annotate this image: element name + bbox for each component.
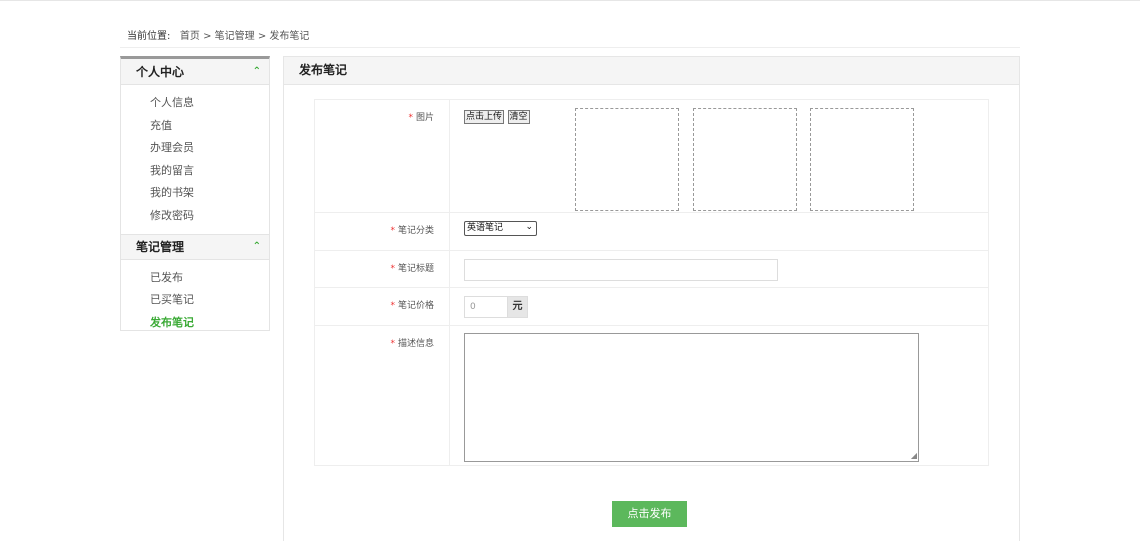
price-label: 笔记价格 [397,301,434,311]
form-label: * 描述信息 [314,325,450,466]
sidebar-item-messages[interactable]: 我的留言 [150,160,269,183]
required-mark: * [390,264,395,274]
sidebar-menu-personal: 个人信息 充值 办理会员 我的留言 我的书架 修改密码 [121,85,269,232]
sidebar-section-notes[interactable]: 笔记管理 ⌃ [121,233,269,260]
form-label: * 笔记标题 [314,250,450,288]
required-mark: * [408,113,413,123]
title-input[interactable] [464,259,778,281]
publish-form: * 图片 点击上传 清空 * 笔记分类 英语笔记 ⌄ * 笔记标题 * 笔记价格… [314,99,989,466]
sidebar-item-published[interactable]: 已发布 [150,267,269,290]
image-slot[interactable] [693,108,797,211]
image-uploader: 点击上传 清空 [464,108,988,212]
form-label: * 笔记分类 [314,212,450,251]
description-textarea[interactable]: ◢ [464,333,919,462]
required-mark: * [390,226,395,236]
category-label: 笔记分类 [397,226,434,236]
category-select[interactable]: 英语笔记 ⌄ [464,221,537,236]
breadcrumb-label: 当前位置: [127,31,171,42]
price-input[interactable]: 0 [464,296,507,318]
sidebar-section-personal[interactable]: 个人中心 ⌃ [121,59,269,85]
price-field: 0 元 [464,296,528,318]
description-label: 描述信息 [397,339,434,349]
breadcrumb: 当前位置: 首页 > 笔记管理 > 发布笔记 [127,27,309,42]
form-row-title: * 笔记标题 [314,250,989,288]
form-value [449,250,989,288]
image-slot[interactable] [810,108,914,211]
title-label: 笔记标题 [397,264,434,274]
form-value: 英语笔记 ⌄ [449,212,989,251]
sidebar-section-title: 笔记管理 [136,240,185,255]
chevron-down-icon: ⌄ [525,222,533,232]
resize-grip-icon[interactable]: ◢ [911,451,917,460]
sidebar-item-purchased[interactable]: 已买笔记 [150,289,269,312]
chevron-up-icon[interactable]: ⌃ [253,66,261,77]
upload-button[interactable]: 点击上传 [464,110,505,124]
form-value: ◢ [449,325,989,466]
price-unit: 元 [507,296,528,318]
category-selected: 英语笔记 [467,223,504,233]
publish-button[interactable]: 点击发布 [612,501,687,527]
form-row-description: * 描述信息 ◢ [314,325,989,466]
form-label: * 图片 [314,99,450,213]
form-row-image: * 图片 点击上传 清空 [314,99,989,213]
page-title: 发布笔记 [284,57,1019,85]
sidebar-item-profile[interactable]: 个人信息 [150,92,269,115]
form-value: 点击上传 清空 [449,99,989,213]
form-value: 0 元 [449,287,989,326]
main-panel: 发布笔记 * 图片 点击上传 清空 * 笔记分类 英语笔记 ⌄ * 笔记标题 *… [283,56,1020,541]
divider [120,47,1020,48]
clear-button[interactable]: 清空 [507,110,530,124]
breadcrumb-path[interactable]: 首页 > 笔记管理 > 发布笔记 [180,31,309,42]
sidebar-item-bookshelf[interactable]: 我的书架 [150,182,269,205]
form-row-category: * 笔记分类 英语笔记 ⌄ [314,212,989,251]
sidebar: 个人中心 ⌃ 个人信息 充值 办理会员 我的留言 我的书架 修改密码 笔记管理 … [120,56,270,331]
sidebar-item-membership[interactable]: 办理会员 [150,137,269,160]
sidebar-item-recharge[interactable]: 充值 [150,115,269,138]
image-slot[interactable] [575,108,679,211]
image-label: 图片 [415,113,434,123]
sidebar-section-title: 个人中心 [136,65,185,79]
required-mark: * [390,301,395,311]
sidebar-menu-notes: 已发布 已买笔记 发布笔记 [121,260,269,339]
form-label: * 笔记价格 [314,287,450,326]
sidebar-item-publish-note[interactable]: 发布笔记 [150,312,269,335]
chevron-up-icon[interactable]: ⌃ [253,241,261,252]
form-row-price: * 笔记价格 0 元 [314,287,989,326]
sidebar-item-change-password[interactable]: 修改密码 [150,205,269,228]
required-mark: * [390,339,395,349]
